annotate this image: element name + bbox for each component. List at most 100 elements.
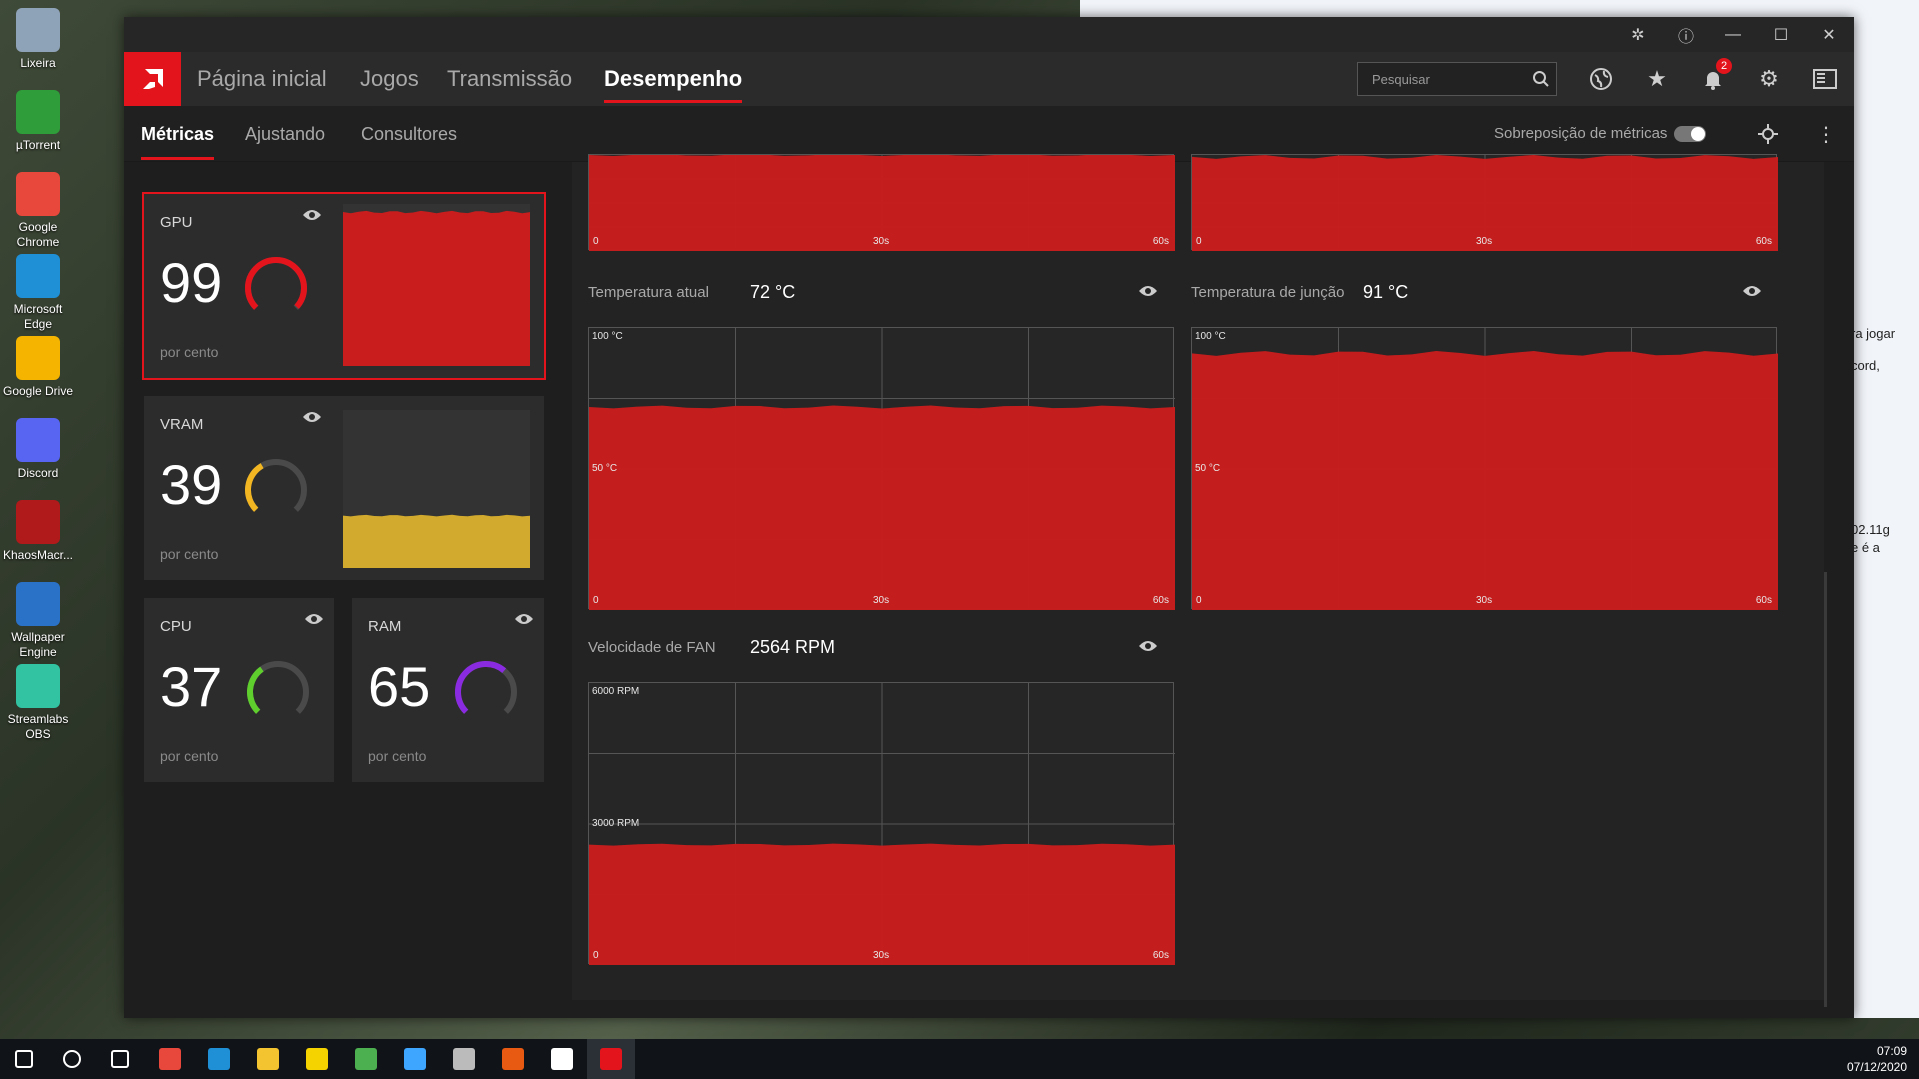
star-icon[interactable]: ★ [1640,62,1674,96]
app-icon[interactable] [440,1039,488,1079]
photos-icon[interactable] [342,1039,390,1079]
gpu-card[interactable]: GPU 99 por cento [142,192,546,380]
tab-tuning[interactable]: Ajustando [245,106,325,162]
search-icon[interactable] [1526,64,1556,94]
x-tick-label: 60s [1152,950,1169,961]
bug-report-icon[interactable]: ✲ [1615,17,1661,52]
globe-icon[interactable] [1584,62,1618,96]
taskbar-app-glyph [208,1048,230,1070]
eye-icon[interactable] [1138,639,1158,653]
desktop-icon-label: Google Chrome [16,220,60,249]
gauge-fill [245,257,307,310]
file-explorer-icon[interactable] [244,1039,292,1079]
card-value: 39 [160,453,223,516]
tab-metrics[interactable]: Métricas [141,106,215,162]
temp-current-value: 72 °C [750,282,796,302]
desktop-icon-label: Google Drive [2,384,74,398]
sticky-notes-icon[interactable] [293,1039,341,1079]
sidebar-toggle-icon[interactable] [1808,62,1842,96]
gauge-fill [455,661,507,714]
eye-icon[interactable] [514,612,534,626]
chrome-icon[interactable] [146,1039,194,1079]
desktop-icon-label: Wallpaper Engine [11,630,65,659]
nav-performance[interactable]: Desempenho [604,52,743,106]
crosshair-icon[interactable] [1751,117,1785,151]
taskbar-app-glyph [15,1050,33,1068]
cpu-card[interactable]: CPU 37 por cento [144,598,334,782]
ram-card[interactable]: RAM 65 por cento [352,598,544,782]
x-tick-label: 60s [1755,236,1772,247]
desktop-icon[interactable]: KhaosMacr... [2,500,74,563]
settings-gear-icon[interactable]: ⚙ [1752,62,1786,96]
nav-streaming[interactable]: Transmissão [447,52,572,106]
system-clock[interactable]: 07:09 07/12/2020 [1847,1043,1907,1075]
fan-speed-label: Velocidade de FAN [588,639,716,656]
eye-icon[interactable] [302,208,322,222]
eye-icon[interactable] [304,612,324,626]
desktop-icon[interactable]: Google Chrome [2,172,74,250]
scrollbar[interactable] [1824,572,1827,1007]
fan-speed-value: 2564 RPM [750,637,836,657]
desktop-icon[interactable]: µTorrent [2,90,74,153]
black-ops-icon[interactable] [489,1039,537,1079]
chart-power: 0 30s 60s [1191,154,1778,251]
desktop-icon[interactable]: Microsoft Edge [2,254,74,332]
taskbar-app-glyph [453,1048,475,1070]
amd-radeon-icon[interactable] [587,1039,635,1079]
x-tick-label: 0 [1196,236,1202,247]
taskbar-app-glyph [306,1048,328,1070]
temp-junction-value: 91 °C [1363,282,1409,302]
edge-icon[interactable] [195,1039,243,1079]
notifications-icon[interactable]: 2 [1696,58,1732,96]
desktop-icon-label: Lixeira [20,56,56,70]
metrics-overlay-toggle[interactable] [1674,126,1706,142]
khaos-icon [16,500,60,544]
minimize-button[interactable]: — [1710,17,1756,52]
gpu-gauge [245,257,307,310]
background-text: 02.11g [1851,522,1890,537]
card-unit: por cento [160,344,219,360]
recycle-bin-icon [16,8,60,52]
tab-advisors[interactable]: Consultores [361,106,457,162]
metric-area [589,843,1175,965]
vram-gauge [245,459,307,512]
cpu-gauge [247,661,309,714]
amd-logo-icon [142,69,163,89]
title-bar: ✲ ⓘ — ☐ ✕ [124,17,1854,52]
wallpaper-engine-icon [16,582,60,626]
desktop-icon[interactable]: Streamlabs OBS [2,664,74,742]
close-button[interactable]: ✕ [1806,17,1852,52]
desktop-icon-label: Streamlabs OBS [7,712,69,741]
shield-icon[interactable] [538,1039,586,1079]
x-tick-label: 0 [593,950,599,961]
desktop-icon[interactable]: Wallpaper Engine [2,582,74,660]
more-options-icon[interactable]: ⋮ [1809,117,1843,151]
nav-home[interactable]: Página inicial [197,52,327,106]
eye-icon[interactable] [1742,284,1762,298]
card-value: 65 [368,655,431,718]
nav-games[interactable]: Jogos [360,52,419,106]
desktop-icon[interactable]: Discord [2,418,74,481]
desktop-icon[interactable]: Lixeira [2,8,74,71]
eye-icon[interactable] [302,410,322,424]
eye-icon[interactable] [1138,284,1158,298]
background-text: cord, [1851,358,1880,373]
card-unit: por cento [160,748,219,764]
start-icon[interactable] [0,1039,48,1079]
amd-logo[interactable] [124,52,181,106]
edge-icon [16,254,60,298]
maximize-button[interactable]: ☐ [1758,17,1804,52]
task-view-icon[interactable] [96,1039,144,1079]
desktop-icon[interactable]: Google Drive [2,336,74,399]
taskbar-app-glyph [600,1048,622,1070]
cortana-icon[interactable] [48,1039,96,1079]
card-value: 37 [160,655,223,718]
taskbar: 07:09 07/12/2020 [0,1039,1919,1079]
card-value: 99 [160,251,223,314]
streamlabs-icon [16,664,60,708]
y-max-label: 100 °C [592,331,623,342]
game-icon[interactable] [391,1039,439,1079]
help-icon[interactable]: ⓘ [1663,17,1709,52]
vram-card[interactable]: VRAM 39 por cento [144,396,544,580]
card-title: VRAM [160,416,204,433]
